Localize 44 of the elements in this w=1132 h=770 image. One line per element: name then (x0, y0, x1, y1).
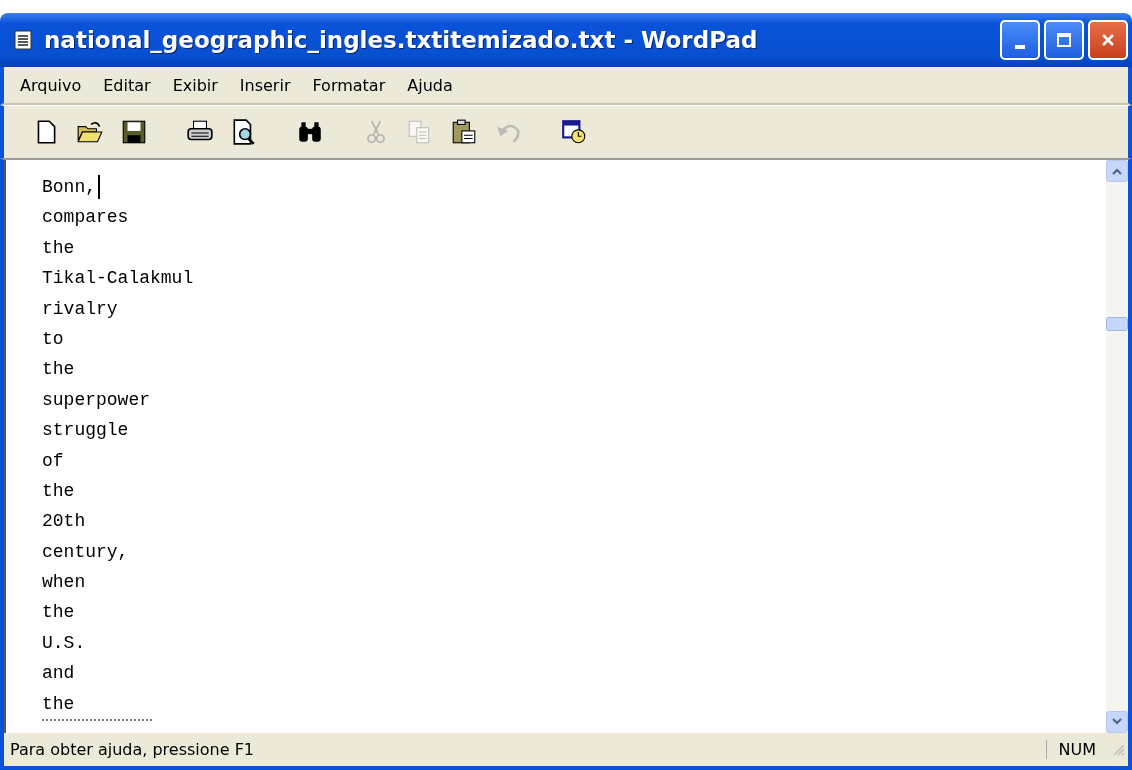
calendar-clock-icon (560, 118, 588, 146)
chevron-down-icon (1112, 718, 1122, 726)
menu-item[interactable]: Editar (103, 75, 151, 95)
close-icon (1100, 32, 1116, 48)
text-line: century, (42, 540, 130, 564)
vertical-scrollbar[interactable] (1106, 160, 1128, 733)
menu-item[interactable]: Exibir (172, 75, 218, 95)
document-icon (14, 30, 32, 50)
status-text: Para obter ajuda, pressione F1 (10, 740, 256, 759)
maximize-icon (1056, 32, 1072, 48)
window-title: national_geographic_ingles.txtitemizado.txt - WordPad (44, 27, 759, 53)
resize-grip-icon[interactable] (1112, 742, 1126, 757)
menu-item[interactable]: Ajuda (407, 75, 453, 95)
text-line: compares (42, 206, 130, 230)
text-line: and (42, 662, 76, 686)
text-line: Tikal-Calakmul (42, 267, 195, 291)
maximize-button[interactable] (1044, 20, 1084, 60)
menu-item[interactable]: Formatar (312, 75, 386, 95)
close-button[interactable] (1088, 20, 1128, 60)
text-line: the (42, 601, 76, 625)
minimize-button[interactable] (1000, 20, 1040, 60)
text-line: struggle (42, 419, 130, 443)
scroll-down-button[interactable] (1106, 711, 1128, 733)
text-line: when (42, 571, 87, 595)
text-line: to (42, 327, 65, 351)
text-line: rivalry (42, 297, 119, 321)
text-line: the (42, 692, 76, 716)
text-line: the (42, 479, 76, 503)
scroll-up-button[interactable] (1106, 160, 1128, 182)
num-lock-indicator: NUM (1045, 740, 1106, 759)
chevron-up-icon (1112, 167, 1122, 175)
text-line: 20th (42, 510, 87, 534)
minimize-icon (1015, 45, 1025, 49)
scroll-thumb[interactable] (1106, 317, 1128, 331)
text-line: the (42, 358, 76, 382)
text-line: superpower (42, 388, 152, 412)
menu-item[interactable]: Arquivo (20, 75, 82, 95)
text-line: Bonn, (42, 172, 1106, 203)
text-line: the (42, 236, 76, 260)
text-line: U.S. (42, 631, 87, 655)
menu-item[interactable]: Inserir (239, 75, 291, 95)
text-line: of (42, 449, 65, 473)
clipboard-icon (450, 118, 478, 146)
text-cursor (98, 175, 100, 200)
